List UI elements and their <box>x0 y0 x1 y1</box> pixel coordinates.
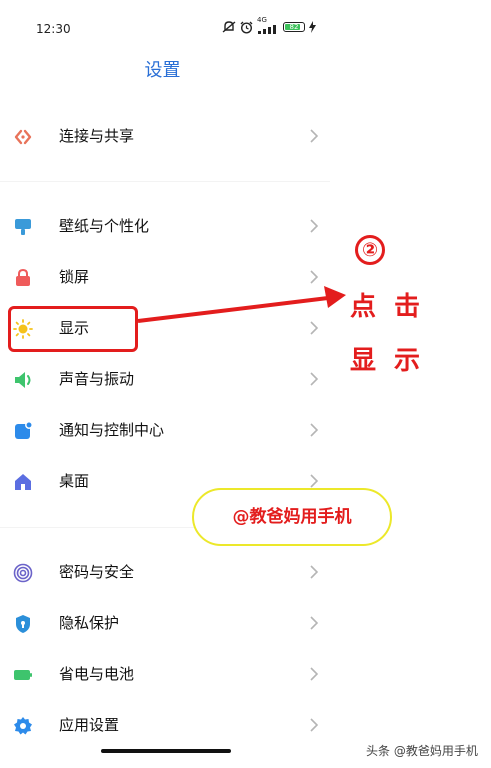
fingerprint-icon <box>13 563 33 583</box>
settings-item-lock-screen[interactable]: 锁屏 <box>0 253 340 303</box>
chevron-right-icon <box>310 219 318 233</box>
status-icons: 4G 82 <box>222 16 316 34</box>
muted-bell-icon <box>222 21 236 33</box>
chevron-right-icon <box>310 667 318 681</box>
network-type: 4G <box>257 16 279 34</box>
chevron-right-icon <box>310 718 318 732</box>
page-title: 设置 <box>144 60 181 81</box>
settings-item-label: 连接与共享 <box>59 127 135 145</box>
chevron-right-icon <box>310 423 318 437</box>
settings-item-label: 密码与安全 <box>59 563 135 581</box>
settings-item-label: 桌面 <box>59 472 90 490</box>
status-time: 12:30 <box>36 22 71 36</box>
chevron-right-icon <box>310 372 318 386</box>
scrolled-item-peek <box>62 85 132 93</box>
chevron-right-icon <box>310 270 318 284</box>
chevron-right-icon <box>310 321 318 335</box>
watermark-bubble: @教爸妈用手机 <box>192 488 392 546</box>
alarm-icon <box>240 21 253 34</box>
settings-item-password-security[interactable]: 密码与安全 <box>0 548 340 598</box>
settings-item-label: 通知与控制中心 <box>59 421 165 439</box>
battery-icon: 82 <box>283 22 305 32</box>
settings-item-label: 声音与振动 <box>59 370 135 388</box>
charging-icon <box>309 21 316 33</box>
home-indicator[interactable] <box>101 749 231 753</box>
privacy-shield-icon <box>16 615 30 633</box>
footer-credit: 头条 @教爸妈用手机 <box>366 744 478 758</box>
settings-item-connection-sharing[interactable]: 连接与共享 <box>0 112 340 162</box>
lock-icon <box>16 268 30 286</box>
status-bar: 12:30 4G 82 <box>0 0 491 40</box>
chevron-right-icon <box>310 474 318 488</box>
settings-item-notifications[interactable]: 通知与控制中心 <box>0 406 340 456</box>
signal-icon <box>258 25 276 34</box>
chevron-right-icon <box>310 616 318 630</box>
settings-item-privacy[interactable]: 隐私保护 <box>0 599 340 649</box>
annotation-instruction: 点击显示 <box>350 292 439 376</box>
settings-item-label: 应用设置 <box>59 716 120 734</box>
battery-saver-icon <box>14 670 32 680</box>
notification-icon <box>15 421 33 439</box>
display-highlight-box <box>8 306 138 352</box>
speaker-icon <box>15 372 31 388</box>
chevron-right-icon <box>310 129 318 143</box>
section-divider <box>0 181 330 182</box>
chevron-right-icon <box>310 565 318 579</box>
gear-icon <box>14 717 32 735</box>
settings-item-label: 壁纸与个性化 <box>59 217 150 235</box>
settings-item-wallpaper[interactable]: 壁纸与个性化 <box>0 202 340 252</box>
settings-item-battery[interactable]: 省电与电池 <box>0 650 340 700</box>
wallpaper-icon <box>15 219 31 235</box>
settings-item-label: 省电与电池 <box>59 665 135 683</box>
settings-item-sound-vibration[interactable]: 声音与振动 <box>0 355 340 405</box>
share-icon <box>14 129 32 145</box>
home-icon <box>15 474 31 490</box>
settings-item-app-settings[interactable]: 应用设置 <box>0 701 340 751</box>
annotation-step-number: ② <box>355 235 385 265</box>
settings-item-label: 锁屏 <box>59 268 90 286</box>
settings-item-label: 隐私保护 <box>59 614 120 632</box>
